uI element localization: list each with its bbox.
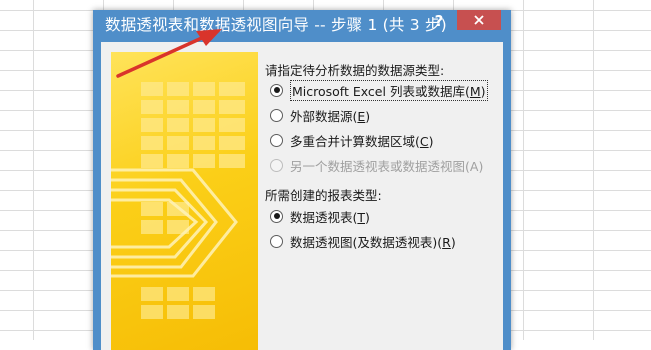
option-pivot-table-label: 数据透视表(T) bbox=[290, 209, 370, 225]
pivot-table-wizard-dialog: 数据透视表和数据透视图向导 -- 步骤 1 (共 3 步) ? 请指定待分析数据… bbox=[93, 10, 511, 350]
option-external-source[interactable]: 外部数据源(E) bbox=[270, 106, 370, 124]
help-button[interactable]: ? bbox=[429, 12, 449, 34]
option-excel-list-label: Microsoft Excel 列表或数据库(M) bbox=[290, 79, 488, 101]
option-multiple-ranges-label: 多重合并计算数据区域(C) bbox=[290, 133, 434, 149]
radio-excel-list[interactable] bbox=[270, 83, 283, 97]
data-source-group-label: 请指定待分析数据的数据源类型: bbox=[265, 63, 445, 78]
option-another-pivot-label: 另一个数据透视表或数据透视图(A) bbox=[290, 158, 484, 174]
option-external-source-label: 外部数据源(E) bbox=[290, 108, 371, 124]
option-pivot-table[interactable]: 数据透视表(T) bbox=[270, 207, 370, 225]
radio-multiple-ranges[interactable] bbox=[270, 133, 283, 147]
radio-pivot-table[interactable] bbox=[270, 209, 283, 223]
dialog-body: 请指定待分析数据的数据源类型: Microsoft Excel 列表或数据库(M… bbox=[101, 42, 503, 350]
option-another-pivot: 另一个数据透视表或数据透视图(A) bbox=[270, 156, 483, 174]
option-multiple-ranges[interactable]: 多重合并计算数据区域(C) bbox=[270, 131, 434, 149]
wizard-illustration bbox=[111, 52, 258, 350]
option-excel-list[interactable]: Microsoft Excel 列表或数据库(M) bbox=[270, 79, 488, 101]
radio-pivot-chart[interactable] bbox=[270, 234, 283, 248]
dialog-title: 数据透视表和数据透视图向导 -- 步骤 1 (共 3 步) bbox=[105, 16, 447, 34]
pivot-illustration-icon bbox=[111, 82, 245, 319]
close-icon bbox=[474, 15, 484, 25]
option-pivot-chart-label: 数据透视图(及数据透视表)(R) bbox=[290, 234, 456, 250]
radio-external-source[interactable] bbox=[270, 108, 283, 122]
close-button[interactable] bbox=[457, 10, 501, 30]
radio-another-pivot bbox=[270, 158, 283, 172]
dialog-titlebar[interactable]: 数据透视表和数据透视图向导 -- 步骤 1 (共 3 步) ? bbox=[93, 10, 511, 42]
report-type-group-label: 所需创建的报表类型: bbox=[265, 188, 382, 203]
option-pivot-chart[interactable]: 数据透视图(及数据透视表)(R) bbox=[270, 232, 456, 250]
